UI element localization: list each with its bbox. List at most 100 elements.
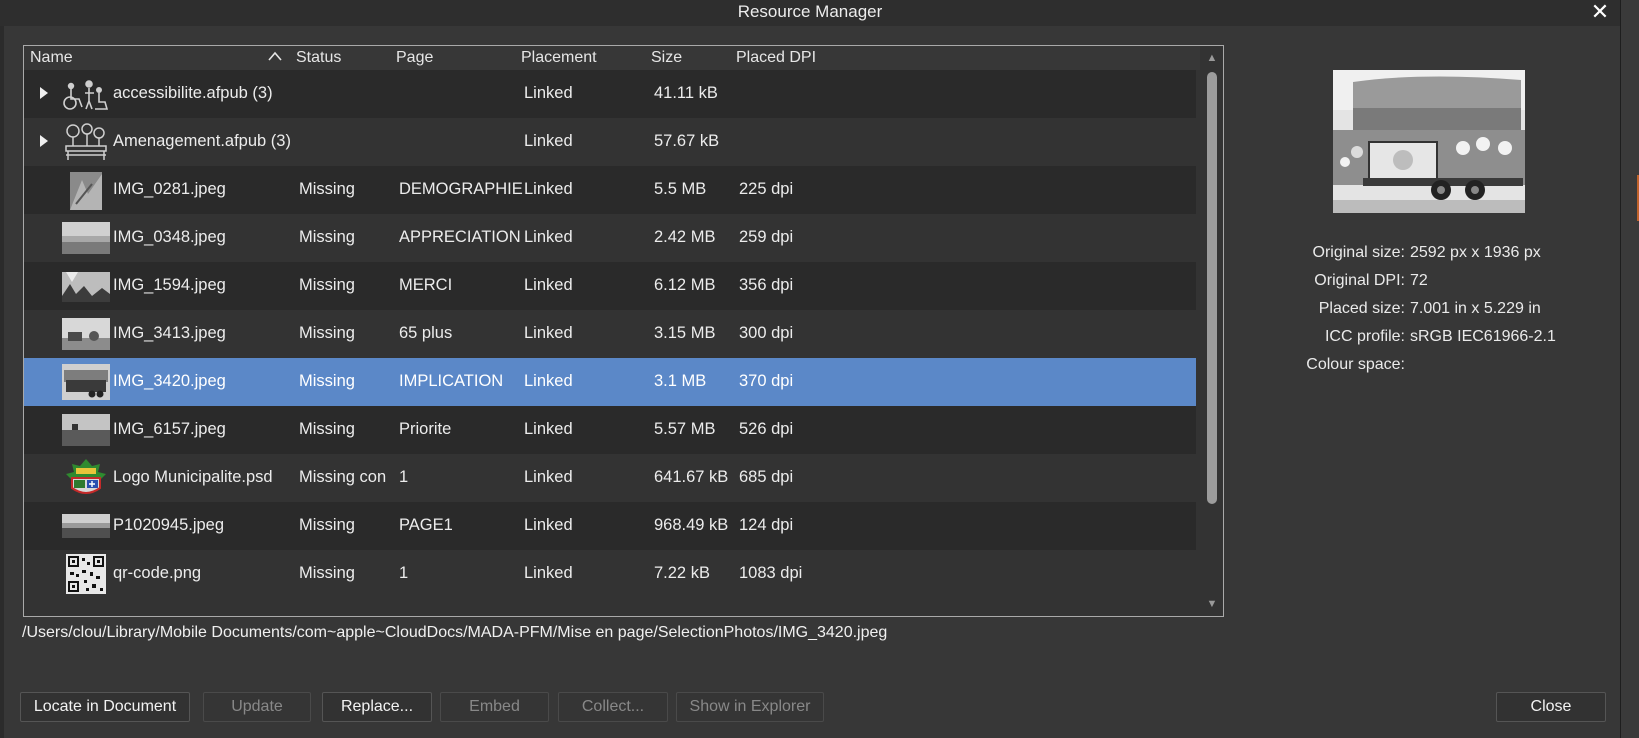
column-header-page[interactable]: Page: [396, 49, 433, 67]
icc-profile-value: sRGB IEC61966-2.1: [1410, 328, 1556, 345]
scrollbar-thumb[interactable]: [1207, 72, 1217, 504]
image-thumbnail: [62, 414, 110, 446]
column-header-name[interactable]: Name: [30, 49, 73, 67]
file-placement: Linked: [524, 516, 573, 534]
file-name: Logo Municipalite.psd: [113, 468, 273, 486]
column-header-placed-dpi[interactable]: Placed DPI: [736, 49, 816, 67]
table-row[interactable]: IMG_0348.jpeg Missing APPRECIATION Linke…: [24, 214, 1196, 262]
file-status: Missing: [299, 228, 355, 246]
image-thumbnail: [62, 222, 110, 254]
close-button[interactable]: Close: [1496, 692, 1606, 722]
file-status: Missing: [299, 324, 355, 342]
file-status: Missing: [299, 564, 355, 582]
table-row[interactable]: P1020945.jpeg Missing PAGE1 Linked 968.4…: [24, 502, 1196, 550]
window-title: Resource Manager: [737, 2, 883, 21]
file-page: MERCI: [399, 276, 453, 294]
close-icon[interactable]: ✕: [1588, 0, 1612, 24]
file-name: IMG_0281.jpeg: [113, 180, 226, 198]
accessibility-file-icon: [63, 80, 109, 110]
table-row[interactable]: Amenagement.afpub (3) Linked 57.67 kB: [24, 118, 1196, 166]
file-size: 968.49 kB: [654, 516, 729, 534]
file-page: Priorite: [399, 420, 452, 438]
resource-table: Name Status Page Placement Size Placed D…: [23, 45, 1224, 617]
selected-file-path: /Users/clou/Library/Mobile Documents/com…: [22, 624, 888, 641]
replace-button[interactable]: Replace...: [322, 692, 432, 722]
file-size: 6.12 MB: [654, 276, 716, 294]
colour-space-label: Colour space:: [1306, 356, 1405, 373]
image-thumbnail: [62, 514, 110, 538]
column-header-size[interactable]: Size: [651, 49, 682, 67]
scroll-down-arrow-icon[interactable]: ▼: [1206, 598, 1218, 610]
original-dpi-label: Original DPI:: [1314, 272, 1405, 289]
file-placement: Linked: [524, 84, 573, 102]
file-dpi: 356 dpi: [739, 276, 794, 294]
file-placement: Linked: [524, 372, 573, 390]
file-status: Missing con: [299, 468, 387, 486]
file-placement: Linked: [524, 564, 573, 582]
file-dpi: 300 dpi: [739, 324, 794, 342]
file-dpi: 259 dpi: [739, 228, 794, 246]
table-row[interactable]: IMG_1594.jpeg Missing MERCI Linked 6.12 …: [24, 262, 1196, 310]
collect-button[interactable]: Collect...: [558, 692, 668, 722]
park-bench-file-icon: [65, 123, 107, 160]
vertical-scrollbar[interactable]: ▲ ▼: [1200, 46, 1223, 616]
column-header-status[interactable]: Status: [296, 49, 341, 67]
file-page: PAGE1: [399, 516, 453, 534]
file-dpi: 370 dpi: [739, 372, 794, 390]
file-name: accessibilite.afpub (3): [113, 84, 273, 102]
placed-size-label: Placed size:: [1318, 300, 1405, 317]
file-page: IMPLICATION: [399, 372, 504, 390]
image-thumbnail: [70, 172, 102, 210]
file-status: Missing: [299, 516, 355, 534]
table-row[interactable]: Logo Municipalite.psd Missing con 1 Link…: [24, 454, 1196, 502]
file-name: P1020945.jpeg: [113, 516, 225, 534]
table-row[interactable]: accessibilite.afpub (3) Linked 41.11 kB: [24, 70, 1196, 118]
file-placement: Linked: [524, 228, 573, 246]
file-size: 57.67 kB: [654, 132, 720, 150]
file-name: IMG_1594.jpeg: [113, 276, 226, 294]
qr-code-thumbnail: [66, 554, 106, 594]
file-size: 5.57 MB: [654, 420, 716, 438]
image-thumbnail: [62, 364, 110, 400]
placed-size-value: 7.001 in x 5.229 in: [1410, 300, 1541, 317]
file-size: 3.1 MB: [654, 372, 707, 390]
file-size: 5.5 MB: [654, 180, 707, 198]
table-row-selected[interactable]: IMG_3420.jpeg Missing IMPLICATION Linked…: [24, 358, 1196, 406]
image-preview: [1333, 70, 1525, 213]
background-window-edge: [1620, 0, 1639, 738]
file-placement: Linked: [524, 468, 573, 486]
expand-arrow-icon[interactable]: [39, 87, 49, 99]
embed-button[interactable]: Embed: [440, 692, 549, 722]
table-row[interactable]: IMG_3413.jpeg Missing 65 plus Linked 3.1…: [24, 310, 1196, 358]
show-in-explorer-button[interactable]: Show in Explorer: [676, 692, 824, 722]
file-placement: Linked: [524, 276, 573, 294]
expand-arrow-icon[interactable]: [39, 135, 49, 147]
file-status: Missing: [299, 276, 355, 294]
file-name: IMG_3420.jpeg: [113, 372, 226, 390]
original-dpi-value: 72: [1410, 272, 1428, 289]
update-button[interactable]: Update: [203, 692, 311, 722]
column-header-placement[interactable]: Placement: [521, 49, 597, 67]
table-row[interactable]: IMG_0281.jpeg Missing DEMOGRAPHIE Linked…: [24, 166, 1196, 214]
file-name: qr-code.png: [113, 564, 202, 582]
scroll-up-arrow-icon[interactable]: ▲: [1206, 52, 1218, 64]
title-bar: Resource Manager ✕: [0, 0, 1620, 26]
file-placement: Linked: [524, 420, 573, 438]
municipality-logo-thumbnail: [66, 459, 106, 494]
file-size: 41.11 kB: [654, 84, 718, 102]
file-dpi: 225 dpi: [739, 180, 794, 198]
table-row[interactable]: IMG_6157.jpeg Missing Priorite Linked 5.…: [24, 406, 1196, 454]
file-dpi: 1083 dpi: [739, 564, 803, 582]
file-dpi: 124 dpi: [739, 516, 794, 534]
file-page: 1: [399, 564, 409, 582]
table-row[interactable]: qr-code.png Missing 1 Linked 7.22 kB 108…: [24, 550, 1196, 598]
original-size-label: Original size:: [1312, 244, 1405, 261]
icc-profile-label: ICC profile:: [1324, 328, 1405, 345]
file-page: APPRECIATION: [399, 228, 521, 246]
table-header: Name Status Page Placement Size Placed D…: [24, 46, 1201, 70]
sort-ascending-icon[interactable]: [267, 50, 283, 62]
image-thumbnail: [62, 272, 110, 302]
locate-in-document-button[interactable]: Locate in Document: [20, 692, 190, 722]
file-size: 7.22 kB: [654, 564, 710, 582]
file-page: 65 plus: [399, 324, 453, 342]
